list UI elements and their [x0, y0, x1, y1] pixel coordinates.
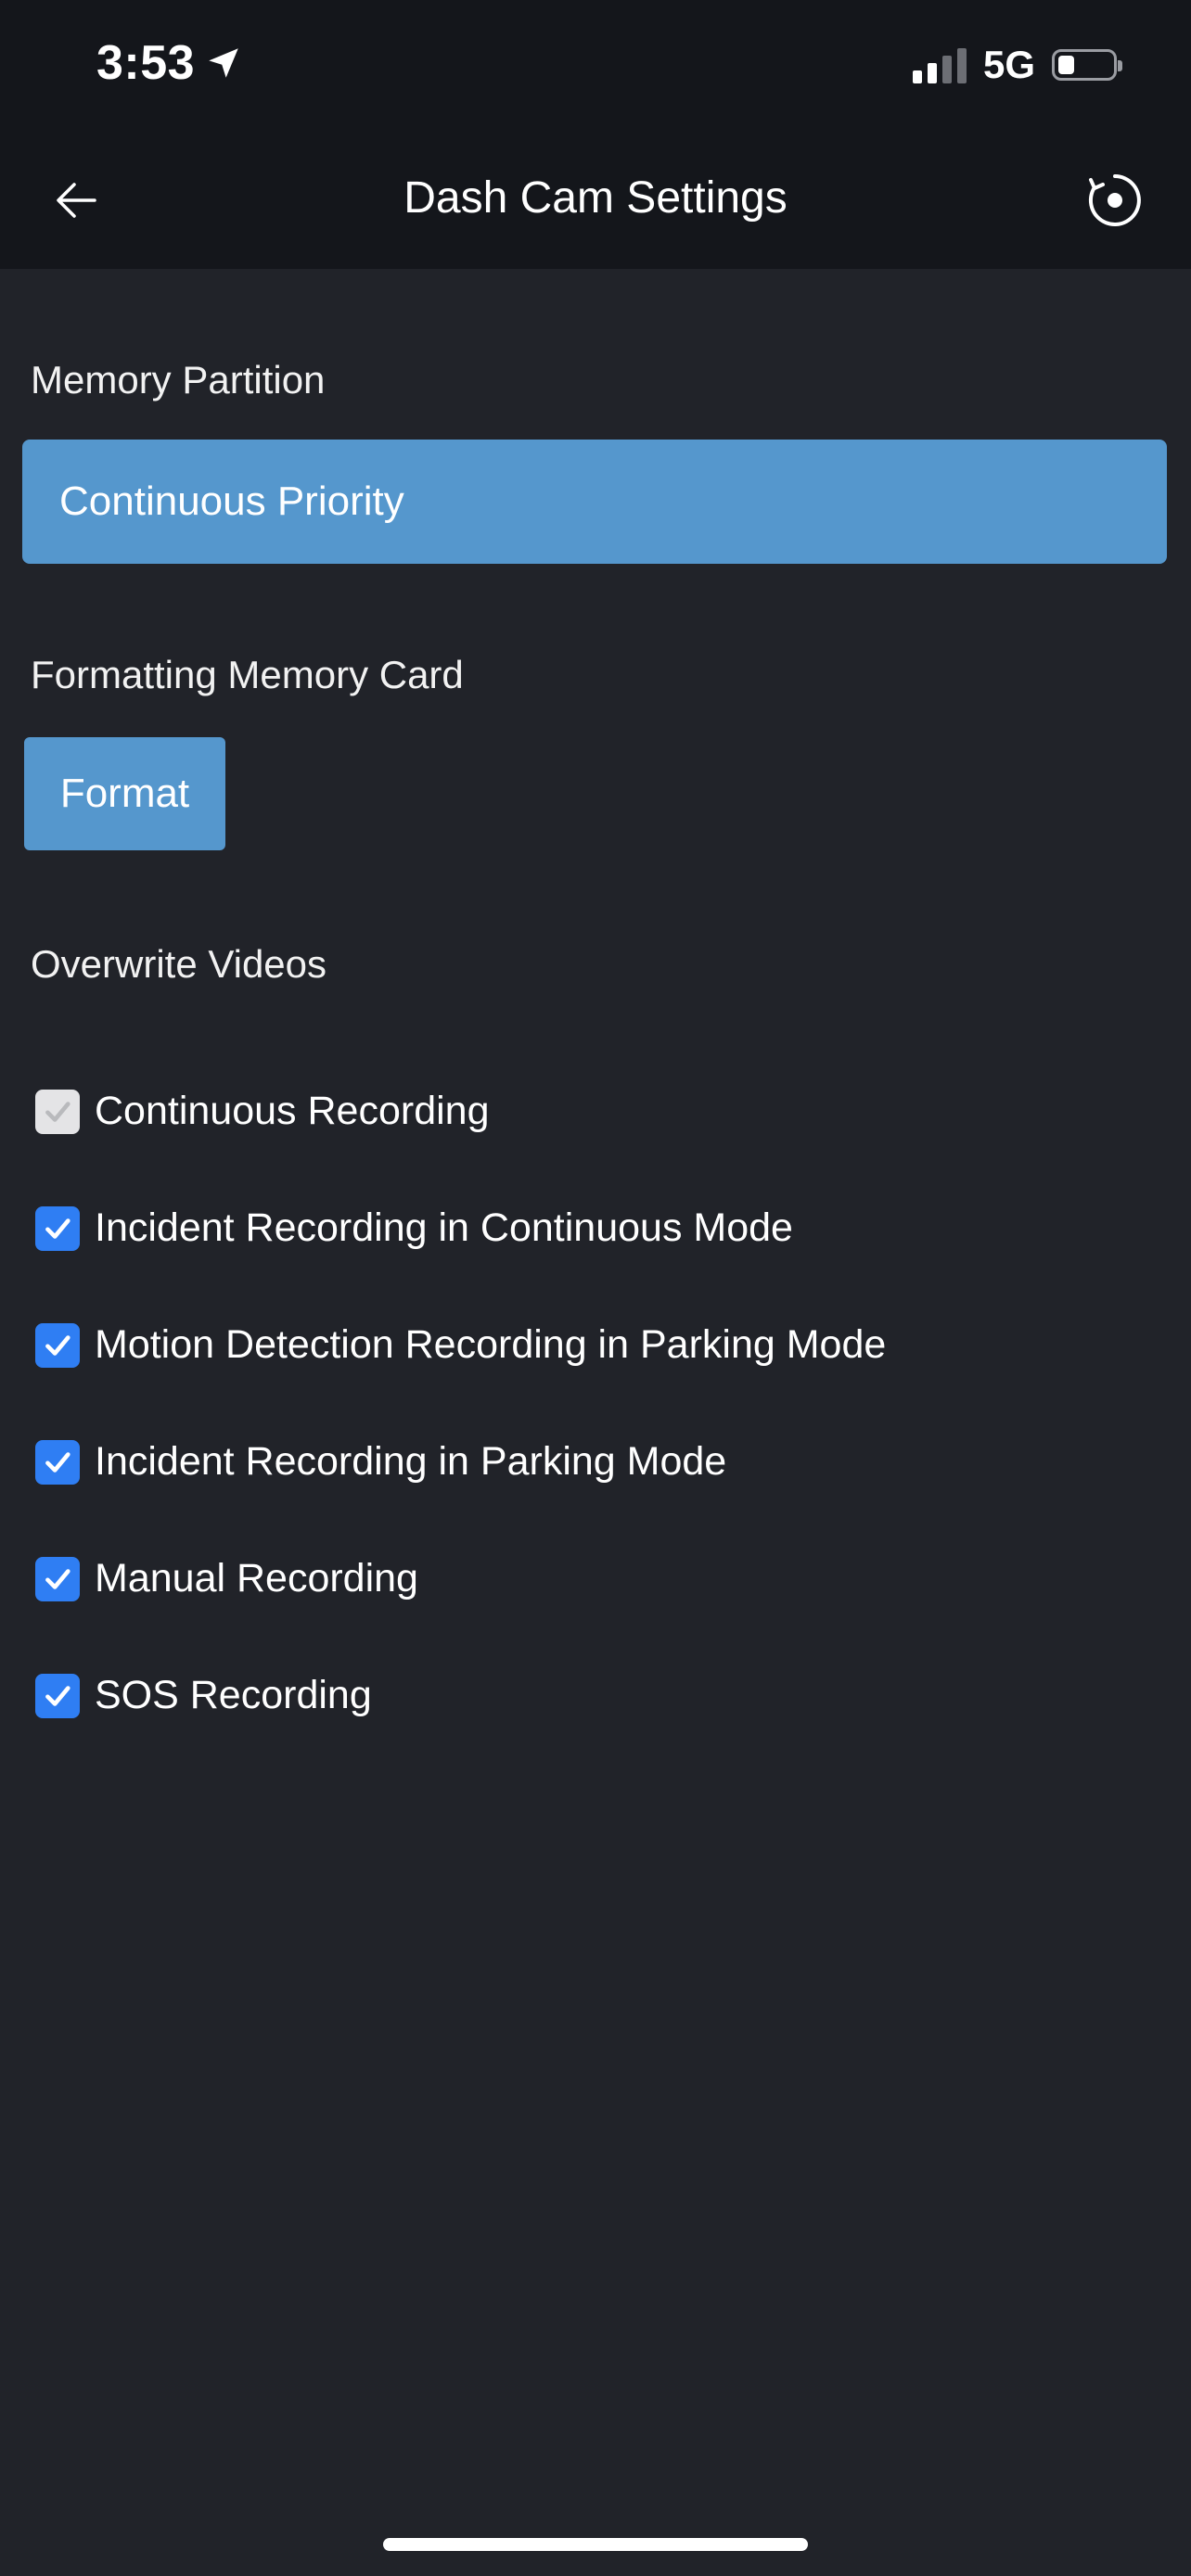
battery-fill [1058, 56, 1074, 74]
checkbox-label: Motion Detection Recording in Parking Mo… [95, 1322, 887, 1367]
checkmark-icon [45, 1101, 70, 1122]
checkbox-label: Incident Recording in Continuous Mode [95, 1205, 793, 1250]
format-button[interactable]: Format [24, 737, 225, 850]
checkmark-icon [45, 1568, 70, 1589]
checkbox[interactable] [35, 1089, 80, 1134]
checkbox-label: Continuous Recording [95, 1089, 490, 1133]
clock-text: 3:53 [96, 36, 196, 90]
cellular-signal-icon [912, 46, 967, 83]
status-indicators: 5G [912, 43, 1122, 87]
checkbox-label: Incident Recording in Parking Mode [95, 1439, 727, 1484]
checkmark-icon [45, 1685, 70, 1706]
memory-partition-value: Continuous Priority [59, 478, 404, 524]
overwrite-option-row[interactable]: Manual Recording [35, 1556, 418, 1601]
checkbox[interactable] [35, 1439, 80, 1485]
overwrite-option-row[interactable]: Incident Recording in Parking Mode [35, 1439, 726, 1485]
overwrite-option-row[interactable]: Incident Recording in Continuous Mode [35, 1205, 793, 1251]
checkbox[interactable] [35, 1322, 80, 1368]
reset-icon [1088, 174, 1141, 226]
checkbox[interactable] [35, 1673, 80, 1718]
overwrite-option-row[interactable]: Continuous Recording [35, 1089, 490, 1134]
location-arrow-icon [209, 48, 238, 78]
format-button-label: Format [59, 771, 190, 816]
checkbox-label: SOS Recording [95, 1673, 372, 1717]
memory-partition-select[interactable]: Continuous Priority [22, 440, 1167, 564]
checkmark-icon [45, 1218, 70, 1239]
overwrite-videos-label: Overwrite Videos [31, 942, 327, 986]
reset-button[interactable] [1078, 163, 1152, 237]
checkbox[interactable] [35, 1556, 80, 1601]
page-title: Dash Cam Settings [403, 173, 788, 223]
checkmark-icon [45, 1334, 70, 1356]
home-indicator [383, 2538, 808, 2551]
checkmark-icon [45, 1451, 70, 1473]
battery-icon [1052, 49, 1122, 81]
memory-partition-label: Memory Partition [31, 358, 326, 402]
top-bar: 3:53 5G Dash Cam Settings [0, 0, 1191, 269]
overwrite-option-row[interactable]: Motion Detection Recording in Parking Mo… [35, 1322, 886, 1368]
status-time: 3:53 [96, 35, 243, 91]
formatting-memory-card-label: Formatting Memory Card [31, 653, 464, 696]
network-type: 5G [982, 43, 1035, 86]
checkbox-label: Manual Recording [95, 1556, 418, 1600]
overwrite-option-row[interactable]: SOS Recording [35, 1673, 372, 1718]
checkbox[interactable] [35, 1205, 80, 1251]
